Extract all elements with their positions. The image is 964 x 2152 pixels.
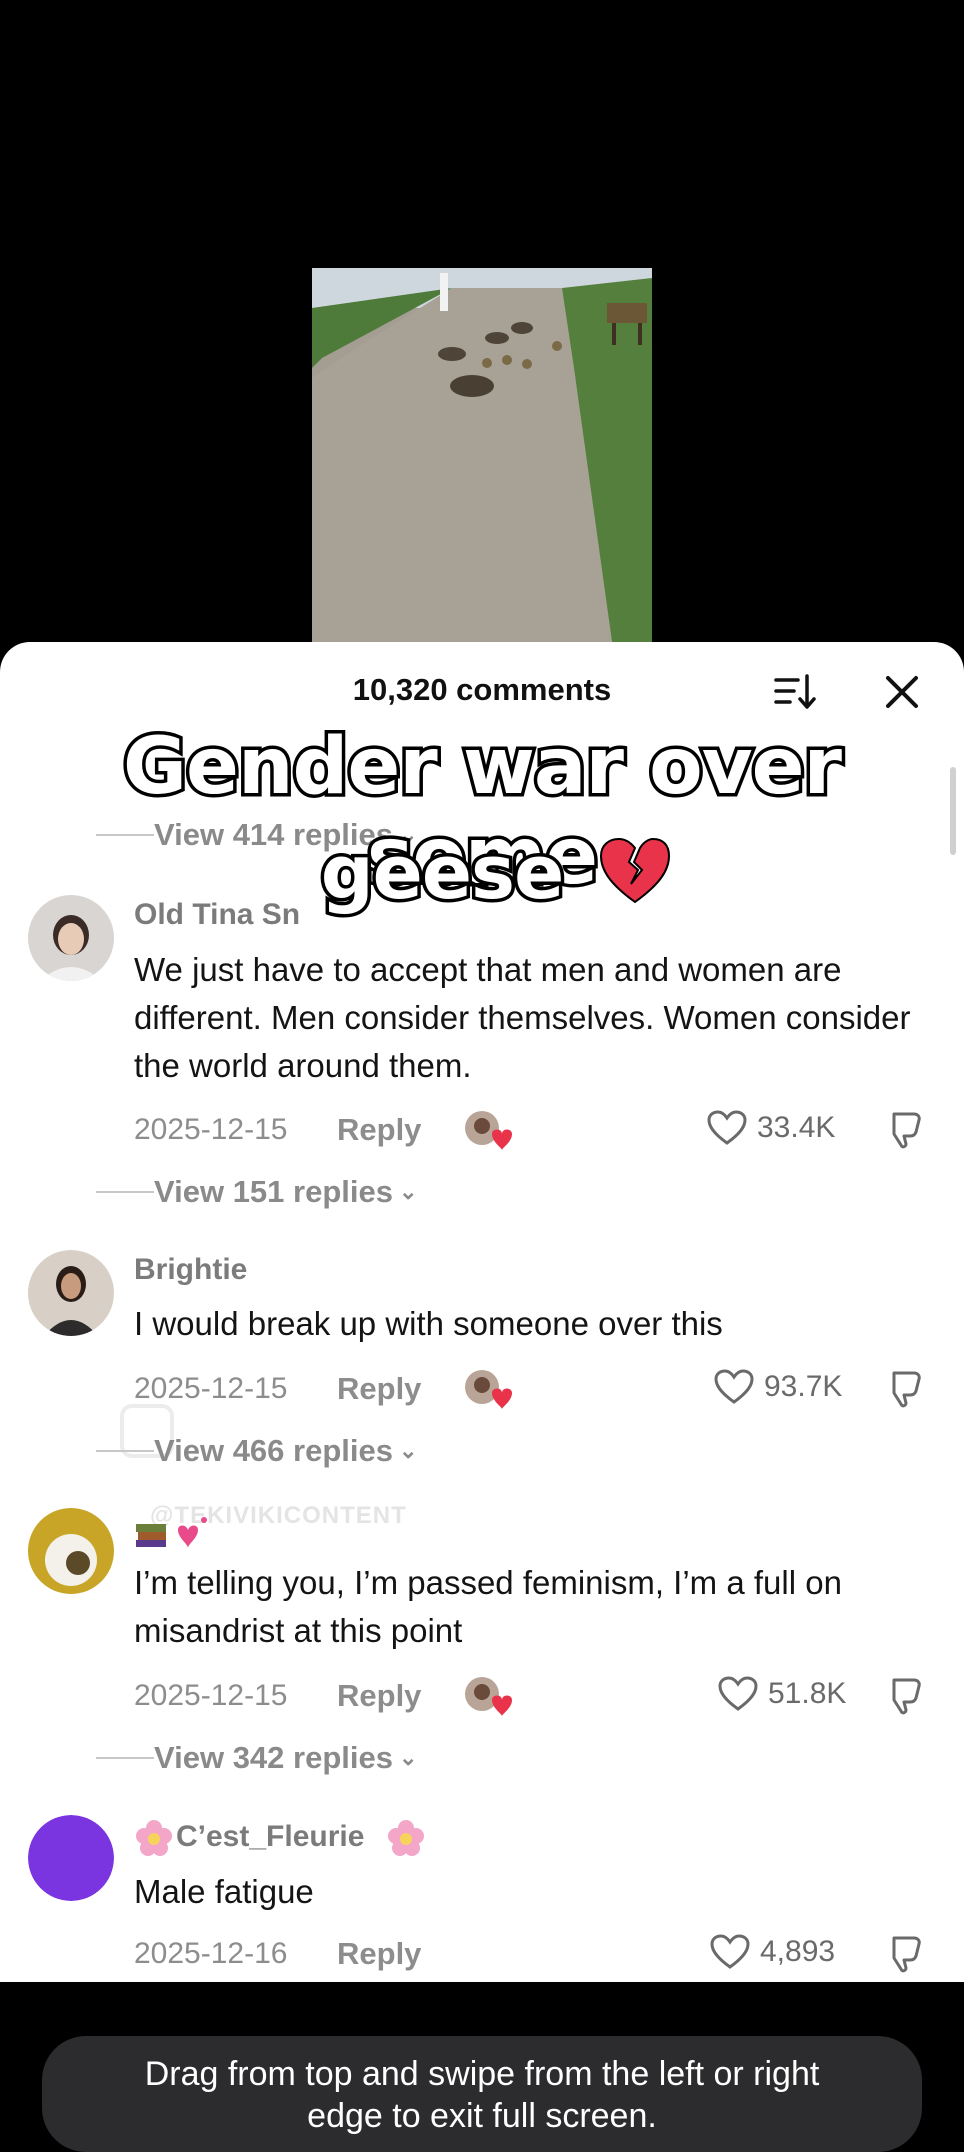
comment-username[interactable]: C’est_Fleurie xyxy=(176,1820,364,1854)
broken-heart-emoji-icon xyxy=(599,837,671,904)
comment-text: I’m telling you, I’m passed feminism, I’… xyxy=(134,1564,842,1649)
view-replies-label: View 466 replies xyxy=(154,1433,393,1468)
comments-count-title: 10,320 comments xyxy=(352,672,612,707)
close-icon[interactable] xyxy=(880,670,924,714)
sort-icon[interactable] xyxy=(772,672,818,712)
heart-icon xyxy=(710,1934,750,1969)
avatar[interactable] xyxy=(28,1250,114,1336)
comment-text: I would break up with someone over this xyxy=(134,1305,723,1342)
dislike-icon[interactable] xyxy=(884,1934,924,1974)
like-count: 51.8K xyxy=(768,1677,847,1710)
toast-line2: edge to exit full screen. xyxy=(307,2097,657,2135)
like-button[interactable]: 4,893 xyxy=(710,1934,835,1970)
dislike-icon[interactable] xyxy=(884,1369,924,1409)
overlay-caption-line2: geese xyxy=(317,827,568,920)
reply-button[interactable]: Reply xyxy=(337,1936,421,1972)
chevron-down-icon: ⌄ xyxy=(398,1179,418,1204)
chevron-down-icon: ⌄ xyxy=(398,1438,418,1463)
comment-date: 2025-12-15 xyxy=(134,1679,288,1712)
replies-divider xyxy=(96,1450,154,1452)
like-button[interactable]: 93.7K xyxy=(714,1369,842,1405)
comment-text: Male fatigue xyxy=(134,1873,314,1910)
like-count: 93.7K xyxy=(764,1370,843,1403)
dislike-icon[interactable] xyxy=(884,1676,924,1716)
toast-line1: Drag from top and swipe from the left or… xyxy=(144,2055,820,2093)
flower-emoji-icon xyxy=(388,1820,424,1856)
heart-icon xyxy=(718,1676,758,1711)
emoji-reaction-icon[interactable] xyxy=(462,1108,512,1152)
replies-divider xyxy=(96,1191,154,1193)
reply-button[interactable]: Reply xyxy=(337,1678,421,1714)
comment-date: 2025-12-16 xyxy=(134,1937,288,1970)
view-replies-label: View 342 replies xyxy=(154,1740,393,1775)
view-replies-link[interactable]: View 466 replies ⌄ xyxy=(96,1431,418,1471)
like-count: 4,893 xyxy=(760,1935,836,1968)
flower-emoji-icon xyxy=(136,1820,172,1856)
fullscreen-toast: Drag from top and swipe from the left or… xyxy=(42,2036,922,2152)
comment-text: We just have to accept that men and wome… xyxy=(134,951,911,1084)
view-replies-link[interactable]: View 342 replies ⌄ xyxy=(96,1738,418,1778)
comment-username[interactable]: Brightie xyxy=(134,1253,247,1287)
video-image xyxy=(312,268,652,642)
username-emoji-icon xyxy=(136,1517,207,1548)
emoji-reaction-icon[interactable] xyxy=(462,1674,512,1718)
replies-divider xyxy=(96,1757,154,1759)
view-replies-link[interactable]: View 151 replies ⌄ xyxy=(96,1172,418,1212)
emoji-reaction-icon[interactable] xyxy=(462,1367,512,1411)
reply-button[interactable]: Reply xyxy=(337,1112,421,1148)
heart-icon xyxy=(714,1369,754,1404)
like-button[interactable]: 33.4K xyxy=(707,1110,835,1146)
chevron-down-icon: ⌄ xyxy=(398,1745,418,1770)
reply-button[interactable]: Reply xyxy=(337,1371,421,1407)
comment-date: 2025-12-15 xyxy=(134,1372,288,1405)
video-frame[interactable] xyxy=(312,268,652,642)
like-button[interactable]: 51.8K xyxy=(718,1676,846,1712)
view-replies-label: View 151 replies xyxy=(154,1174,393,1209)
heart-icon xyxy=(707,1110,747,1145)
avatar[interactable] xyxy=(28,1508,114,1594)
avatar[interactable] xyxy=(28,1815,114,1901)
comment-date: 2025-12-15 xyxy=(134,1113,288,1146)
like-count: 33.4K xyxy=(757,1111,836,1144)
dislike-icon[interactable] xyxy=(884,1110,924,1150)
